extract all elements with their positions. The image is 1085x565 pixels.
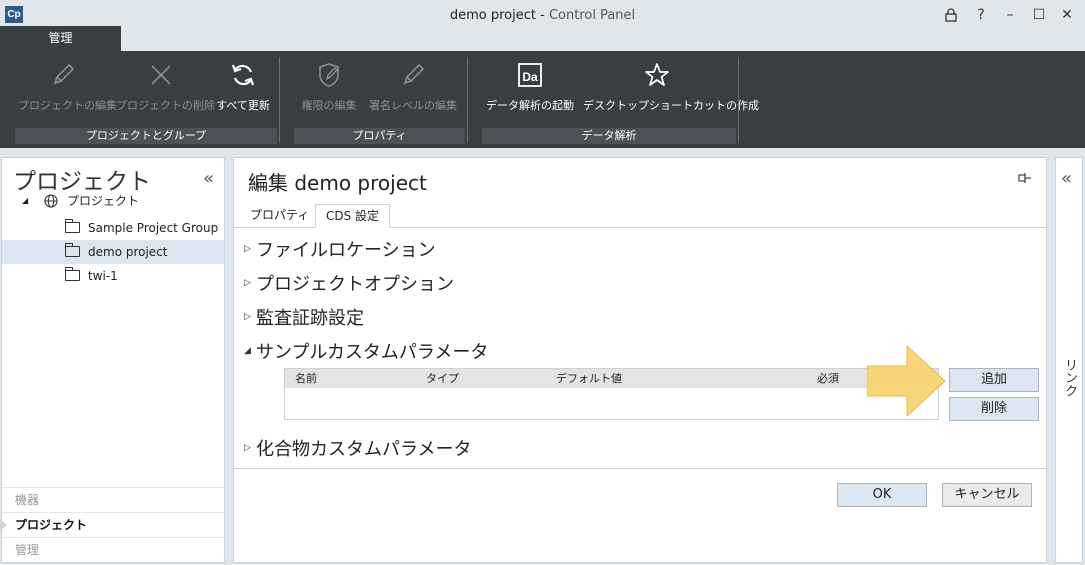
column-header-required[interactable]: 必須 xyxy=(817,369,839,388)
folder-icon xyxy=(65,267,80,281)
svg-text:Da: Da xyxy=(522,70,538,84)
add-button[interactable]: 追加 xyxy=(949,368,1039,392)
column-header-name[interactable]: 名前 xyxy=(295,369,317,388)
collapse-right-icon[interactable]: « xyxy=(1061,168,1072,189)
section-file-location[interactable]: ▷ ファイルロケーション xyxy=(244,236,436,262)
edit-project-panel: 編集 demo project プロパティ CDS 設定 ▷ ファイルロケーション… xyxy=(233,157,1047,563)
edit-signature-level-button[interactable]: 署名レベルの編集 xyxy=(367,61,459,117)
ok-button[interactable]: OK xyxy=(837,483,927,507)
column-header-type[interactable]: タイプ xyxy=(426,369,459,388)
data-analysis-icon: Da xyxy=(518,63,542,87)
create-shortcut-button[interactable]: デスクトップショートカットの作成 xyxy=(583,61,759,117)
nav-admin[interactable]: 管理 xyxy=(2,537,224,561)
cancel-button[interactable]: キャンセル xyxy=(942,483,1032,507)
expanded-arrow-icon: ◢ xyxy=(244,346,251,356)
ribbon-separator xyxy=(279,57,280,143)
maximize-button[interactable]: ☐ xyxy=(1027,4,1051,26)
pin-icon[interactable] xyxy=(1018,172,1032,184)
ribbon: プロジェクトの編集 プロジェクトの削除 すべて更新 プロジェクトとグループ 権限… xyxy=(0,51,1085,148)
section-compound-params[interactable]: ▷ 化合物カスタムパラメータ xyxy=(244,435,471,461)
delete-button[interactable]: 削除 xyxy=(949,397,1039,421)
group-label-data-analysis: データ解析 xyxy=(482,128,736,144)
ribbon-separator xyxy=(467,57,468,143)
tab-properties[interactable]: プロパティ xyxy=(240,204,319,228)
globe-icon xyxy=(44,194,58,208)
folder-group-icon xyxy=(65,219,80,233)
links-panel[interactable]: « リンク xyxy=(1055,157,1083,563)
group-label-project: プロジェクトとグループ xyxy=(15,128,277,144)
tab-cds-settings[interactable]: CDS 設定 xyxy=(315,204,391,228)
edit-permissions-button[interactable]: 権限の編集 xyxy=(298,61,360,117)
footer-divider xyxy=(234,468,1046,469)
close-button[interactable]: ✕ xyxy=(1055,4,1079,26)
nav-project[interactable]: プロジェクト xyxy=(0,512,224,536)
launch-data-analysis-button[interactable]: Da データ解析の起動 xyxy=(484,61,576,117)
ribbon-separator xyxy=(738,57,739,143)
group-label-properties: プロパティ xyxy=(294,128,465,144)
section-sample-params[interactable]: ◢ サンプルカスタムパラメータ xyxy=(244,338,488,364)
nav-instruments[interactable]: 機器 xyxy=(2,487,224,511)
help-button[interactable]: ? xyxy=(969,4,993,26)
links-label: リンク xyxy=(1062,358,1077,397)
column-header-default[interactable]: デフォルト値 xyxy=(556,369,622,388)
edit-project-button[interactable]: プロジェクトの編集 xyxy=(18,61,117,117)
collapsed-arrow-icon: ▷ xyxy=(244,244,251,254)
nav-selected-marker xyxy=(0,519,7,531)
section-project-options[interactable]: ▷ プロジェクトオプション xyxy=(244,270,454,296)
sample-params-table: 名前 タイプ デフォルト値 必須 xyxy=(284,368,939,420)
x-icon xyxy=(151,65,171,85)
delete-project-button[interactable]: プロジェクトの削除 xyxy=(116,61,215,117)
pencil-icon xyxy=(403,63,425,85)
ribbon-tab-row: 管理 xyxy=(0,26,1085,51)
collapsed-arrow-icon: ▷ xyxy=(244,278,251,288)
collapsed-arrow-icon: ▷ xyxy=(244,443,251,453)
tree-root[interactable]: ◢ プロジェクト xyxy=(2,189,224,213)
refresh-all-button[interactable]: すべて更新 xyxy=(212,61,274,117)
window-title: demo project - Control Panel xyxy=(449,8,636,23)
callout-arrow-icon xyxy=(867,346,946,416)
collapsed-arrow-icon: ▷ xyxy=(244,312,251,322)
lock-icon[interactable] xyxy=(939,4,963,26)
minimize-button[interactable]: – xyxy=(998,4,1022,26)
shield-edit-icon xyxy=(319,63,339,87)
tree-item-demo-project[interactable]: demo project xyxy=(2,240,224,264)
ribbon-tab-manage[interactable]: 管理 xyxy=(0,26,121,51)
section-audit-trail[interactable]: ▷ 監査証跡設定 xyxy=(244,304,364,330)
pencil-icon xyxy=(53,63,75,85)
collapse-left-icon[interactable]: « xyxy=(203,168,214,189)
tree-item-sample-group[interactable]: Sample Project Group xyxy=(2,216,224,240)
folder-icon xyxy=(65,243,80,257)
table-header: 名前 タイプ デフォルト値 必須 xyxy=(285,369,938,388)
project-panel: プロジェクト « ◢ プロジェクト Sample Project Group d… xyxy=(0,157,225,563)
refresh-icon xyxy=(231,64,255,86)
expand-triangle-icon[interactable]: ◢ xyxy=(22,189,28,213)
star-icon xyxy=(645,63,669,86)
tree-item-twi-1[interactable]: twi-1 xyxy=(2,264,224,288)
page-title: 編集 demo project xyxy=(248,171,427,195)
